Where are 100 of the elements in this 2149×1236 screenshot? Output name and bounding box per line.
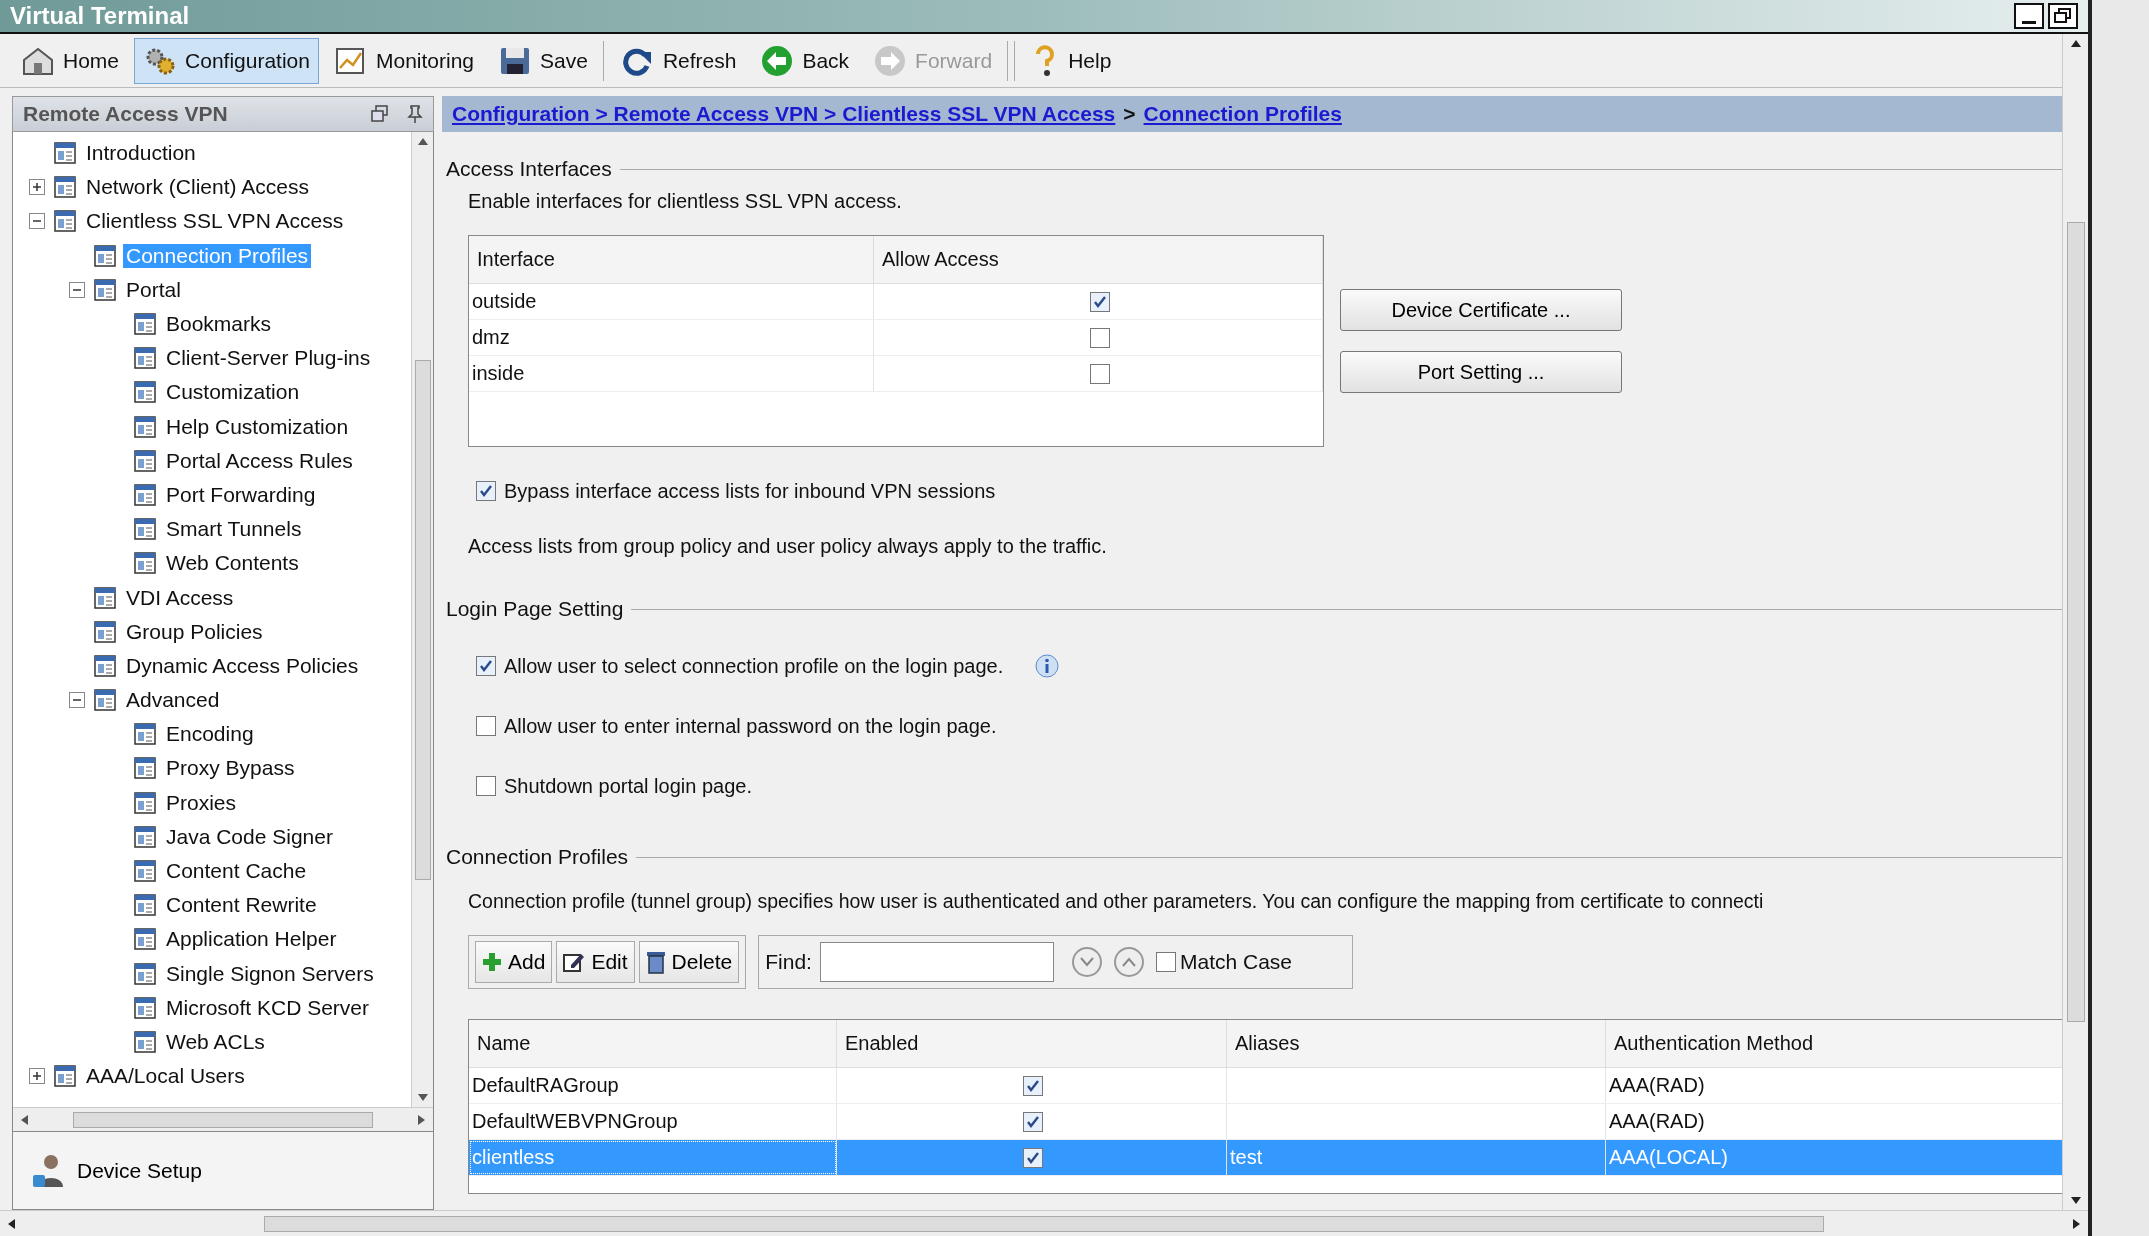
section-title: Login Page Setting (446, 597, 624, 621)
tree-item[interactable]: Encoding (163, 722, 257, 747)
page-icon (53, 141, 77, 166)
page-icon (93, 585, 117, 610)
arrow-right-icon[interactable] (417, 1113, 427, 1126)
dialog-button[interactable]: Port Setting ... (1340, 351, 1622, 393)
arrow-up-icon[interactable] (2069, 38, 2082, 48)
tree-item[interactable]: Help Customization (163, 414, 352, 439)
toolbar-button[interactable]: Monitoring (324, 37, 483, 84)
plus-icon (482, 952, 502, 972)
column-header[interactable]: Aliases (1227, 1020, 1606, 1067)
toolbar-button[interactable]: Back (751, 37, 859, 84)
scrollbar[interactable] (2062, 34, 2088, 1210)
checkbox[interactable] (476, 481, 496, 501)
find-field[interactable] (819, 942, 1054, 982)
page-icon (133, 859, 157, 884)
minimize-button[interactable] (2014, 3, 2044, 29)
tree-item[interactable]: Single Signon Servers (163, 961, 377, 986)
action-button[interactable]: Edit (556, 941, 635, 983)
toolbar-button[interactable]: Home (12, 37, 129, 84)
checkbox[interactable] (1089, 291, 1110, 312)
tree-item[interactable]: Portal (123, 277, 184, 302)
arrow-up-icon[interactable] (416, 136, 429, 146)
collapse-toggle[interactable] (69, 281, 85, 298)
arrow-right-icon[interactable] (2072, 1217, 2082, 1230)
toolbar-button[interactable]: Help (1021, 37, 1121, 84)
tree-item[interactable]: Proxies (163, 790, 240, 815)
checkbox[interactable] (1023, 1075, 1043, 1096)
collapse-toggle[interactable] (69, 692, 85, 709)
find-next-button[interactable] (1071, 947, 1102, 977)
page-icon (133, 756, 157, 781)
breadcrumb-link[interactable]: Connection Profiles (1143, 102, 1342, 126)
page-icon (133, 448, 157, 473)
page-icon (133, 482, 157, 507)
page-icon (133, 893, 157, 918)
tree-item[interactable]: Customization (163, 380, 303, 405)
tree-item[interactable]: Application Helper (163, 927, 340, 952)
checkbox[interactable] (476, 716, 496, 736)
page-icon (93, 243, 117, 268)
column-header[interactable]: Name (469, 1020, 837, 1067)
tree-item[interactable]: Proxy Bypass (163, 756, 298, 781)
scrollbar[interactable] (13, 1107, 433, 1131)
tree-item[interactable]: Content Rewrite (163, 893, 320, 918)
expand-toggle[interactable] (29, 179, 45, 196)
tree-item[interactable]: VDI Access (123, 585, 237, 610)
tree-item[interactable]: Group Policies (123, 619, 266, 644)
checkbox[interactable] (1023, 1147, 1043, 1168)
checkbox[interactable] (476, 656, 496, 676)
tree-item[interactable]: Bookmarks (163, 312, 275, 337)
tree-item[interactable]: Web Contents (163, 551, 302, 576)
checkbox[interactable] (1023, 1111, 1043, 1132)
minimize-icon (2022, 20, 2036, 24)
checkbox[interactable] (1089, 327, 1110, 348)
dialog-button[interactable]: Device Certificate ... (1340, 289, 1622, 331)
arrow-left-icon[interactable] (19, 1113, 29, 1126)
tree-item[interactable]: Advanced (123, 688, 223, 713)
arrow-down-icon[interactable] (416, 1093, 429, 1103)
restore-button[interactable] (2048, 3, 2078, 29)
pin-icon[interactable] (407, 105, 423, 123)
page-icon (133, 995, 157, 1020)
note: Access lists from group policy and user policy always apply to the traffic. (468, 535, 1108, 558)
page-icon (133, 961, 157, 986)
tree-item[interactable]: Client-Server Plug-ins (163, 346, 374, 371)
tree-item[interactable]: Portal Access Rules (163, 448, 356, 473)
column-header[interactable]: Interface (469, 236, 874, 283)
page-icon (133, 414, 157, 439)
action-button[interactable]: Delete (638, 941, 740, 983)
tree-item[interactable]: Web ACLs (163, 1029, 268, 1054)
tree-item[interactable]: Dynamic Access Policies (123, 653, 362, 678)
checkbox[interactable] (476, 776, 496, 796)
page-icon (133, 551, 157, 576)
tree-item[interactable]: AAA/Local Users (83, 1064, 248, 1089)
toolbar-button[interactable]: Save (489, 37, 597, 84)
action-button[interactable]: Add (475, 941, 553, 983)
tree-item[interactable]: Introduction (83, 141, 199, 166)
find-previous-button[interactable] (1113, 947, 1144, 977)
tree-item[interactable]: Content Cache (163, 859, 310, 884)
expand-toggle[interactable] (29, 1068, 45, 1085)
tree-item[interactable]: Network (Client) Access (83, 175, 312, 200)
tree-item[interactable]: Java Code Signer (163, 824, 336, 849)
tree-item[interactable]: Clientless SSL VPN Access (83, 209, 347, 234)
column-header[interactable]: Enabled (837, 1020, 1227, 1067)
toolbar-button[interactable]: Refresh (609, 37, 746, 84)
toolbar-button[interactable]: Configuration (134, 37, 319, 84)
breadcrumb-link[interactable]: Configuration > Remote Access VPN > Clientless SSL VPN Access (452, 102, 1116, 126)
tree-item[interactable]: Port Forwarding (163, 482, 319, 507)
scrollbar[interactable] (411, 132, 433, 1107)
arrow-left-icon[interactable] (6, 1217, 16, 1230)
section-title: Connection Profiles (446, 845, 629, 869)
table-row[interactable]: DefaultRAGroup AAA(RAD) (469, 1068, 2062, 1104)
column-header[interactable]: Allow Access (874, 236, 1323, 283)
collapse-toggle[interactable] (29, 213, 45, 230)
checkbox[interactable] (1089, 363, 1110, 384)
restore-icon[interactable] (371, 105, 389, 123)
tree-item[interactable]: Microsoft KCD Server (163, 995, 373, 1020)
checkbox[interactable] (1155, 952, 1176, 972)
arrow-down-icon[interactable] (2069, 1196, 2082, 1206)
info-icon[interactable] (1035, 654, 1060, 678)
tree-item[interactable]: Smart Tunnels (163, 517, 305, 542)
table-row[interactable]: DefaultWEBVPNGroup AAA(RAD) (469, 1104, 2062, 1140)
